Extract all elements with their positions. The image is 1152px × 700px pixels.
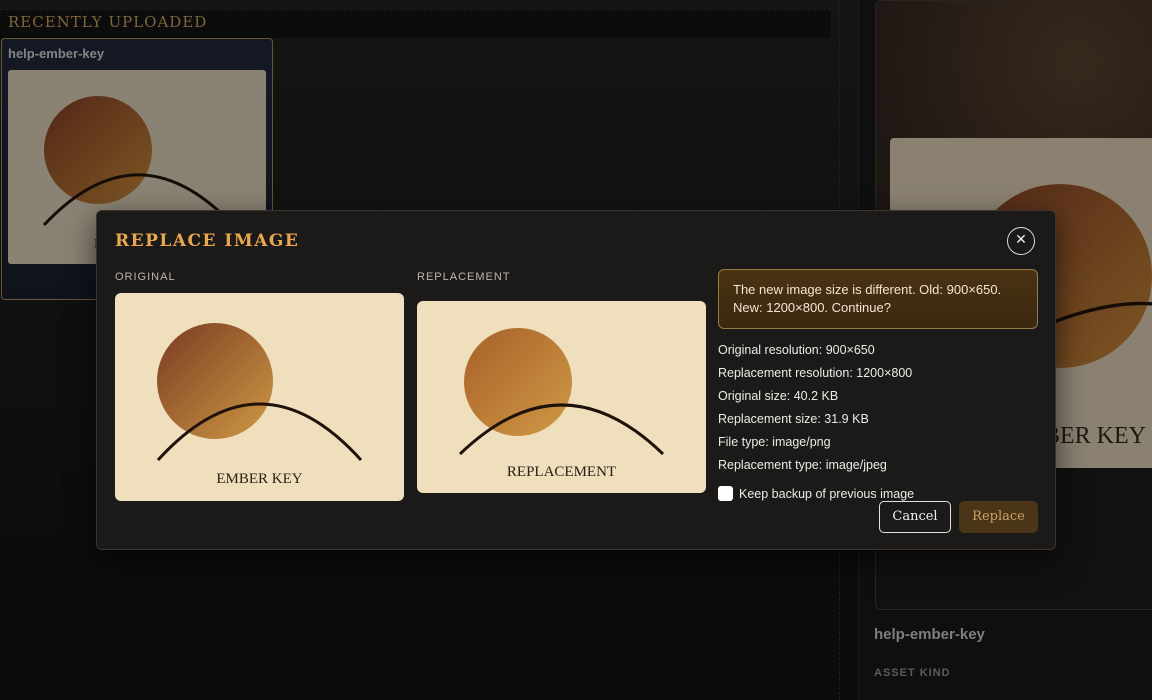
app-page: RECENTLY UPLOADED help-ember-key EMBER K… (0, 0, 1152, 700)
replacement-size: Replacement size: 31.9 KB (718, 412, 869, 426)
dialog-title: Replace Image (115, 231, 300, 251)
original-resolution: Original resolution: 900×650 (718, 343, 875, 357)
original-caption: EMBER KEY (216, 471, 303, 487)
file-type: File type: image/png (718, 435, 831, 449)
backup-checkbox-label[interactable]: Keep backup of previous image (739, 487, 914, 501)
cancel-button[interactable]: Cancel (879, 501, 951, 533)
close-icon: ✕ (1015, 232, 1027, 248)
size-warning: The new image size is different. Old: 90… (718, 269, 1038, 329)
replacement-label: REPLACEMENT (417, 271, 511, 283)
original-label: ORIGINAL (115, 271, 176, 283)
backup-checkbox[interactable] (718, 486, 733, 501)
close-button[interactable]: ✕ (1007, 227, 1035, 255)
replacement-image: REPLACEMENT (417, 301, 706, 493)
warning-text: The new image size is different. Old: 90… (733, 282, 1002, 315)
original-image: EMBER KEY (115, 293, 404, 501)
replace-image-dialog: Replace Image ✕ ORIGINAL REPLACEMENT EMB… (96, 210, 1056, 550)
original-size: Original size: 40.2 KB (718, 389, 839, 403)
replacement-caption: REPLACEMENT (506, 464, 617, 480)
replace-button[interactable]: Replace (959, 501, 1038, 533)
replacement-resolution: Replacement resolution: 1200×800 (718, 366, 913, 380)
replacement-type: Replacement type: image/jpeg (718, 458, 887, 472)
